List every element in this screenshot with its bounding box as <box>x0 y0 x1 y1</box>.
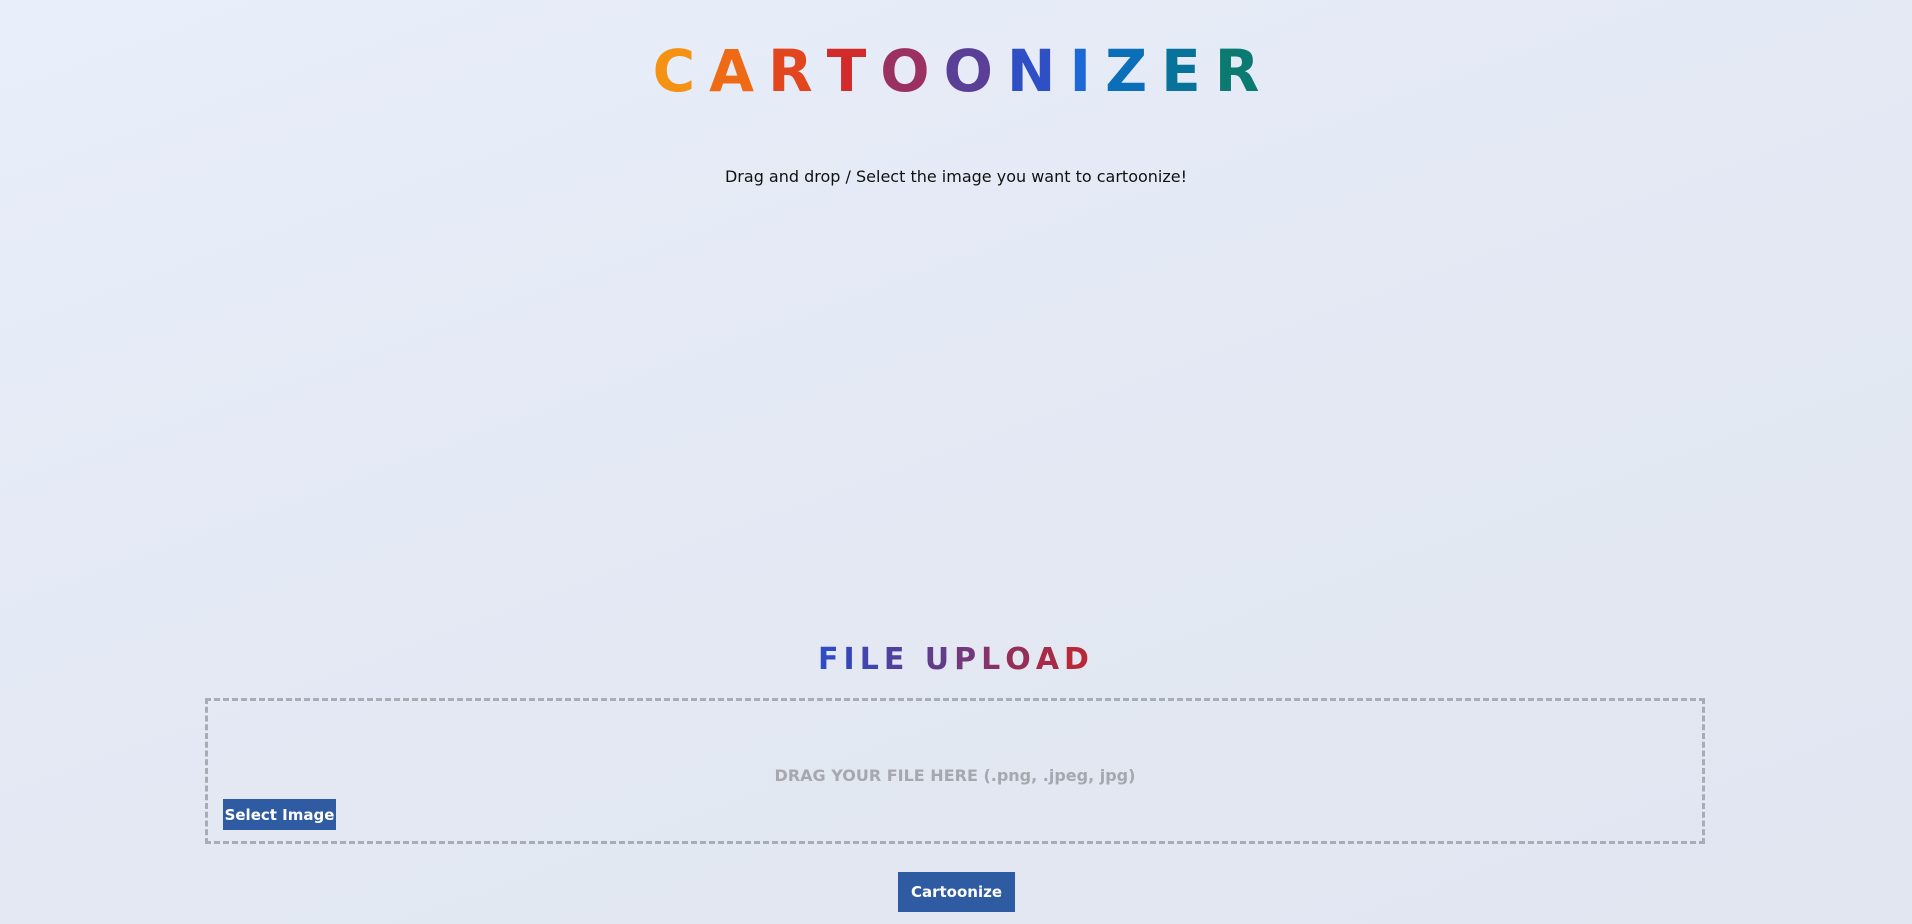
app-title: CARTOONIZER <box>0 38 1912 104</box>
title-letter: R <box>768 37 827 105</box>
cartoonize-button[interactable]: Cartoonize <box>898 872 1015 912</box>
select-image-button[interactable]: Select Image <box>223 799 336 830</box>
file-drop-zone[interactable]: DRAG YOUR FILE HERE (.png, .jpeg, jpg) S… <box>205 698 1705 844</box>
subtitle: Drag and drop / Select the image you wan… <box>724 167 1188 186</box>
title-letter: R <box>1214 37 1274 105</box>
file-upload-heading: FILE UPLOAD <box>0 642 1912 678</box>
title-letter: A <box>1035 642 1065 677</box>
title-letter: Z <box>1105 37 1162 105</box>
title-letter: T <box>826 37 881 105</box>
title-letter <box>909 642 924 678</box>
title-letter: P <box>954 642 982 677</box>
title-letter: D <box>1064 642 1094 677</box>
title-letter: I <box>1069 37 1106 105</box>
title-letter: L <box>981 642 1006 677</box>
title-letter: U <box>924 642 955 677</box>
title-letter: I <box>843 642 860 677</box>
title-letter: A <box>709 37 769 105</box>
title-letter: O <box>880 37 944 105</box>
title-letter: O <box>943 37 1007 105</box>
title-letter: N <box>1006 37 1070 105</box>
title-letter: L <box>859 642 884 677</box>
title-letter: F <box>818 642 844 677</box>
drop-hint-text: DRAG YOUR FILE HERE (.png, .jpeg, jpg) <box>774 766 1136 785</box>
title-letter: O <box>1005 642 1036 677</box>
title-letter: C <box>652 37 710 105</box>
title-letter: E <box>883 642 910 677</box>
title-letter: E <box>1161 37 1215 105</box>
